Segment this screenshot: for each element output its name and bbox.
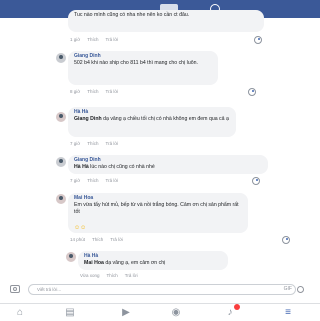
comment-bubble: Hà Hà Mai Hoa dạ vâng ạ, em cảm ơn chị	[78, 251, 228, 270]
comment-meta: 7 giờ Thích Trả lời	[70, 178, 119, 183]
home-icon[interactable]: ⌂	[14, 307, 26, 318]
camera-icon[interactable]	[10, 285, 20, 293]
comment-bubble: Tuc nào mình cũng có nha nhe nên ko cần …	[68, 10, 264, 32]
comment-meta: Vừa xong Thích Trả lời	[80, 273, 138, 278]
gif-button[interactable]: GIF	[284, 286, 292, 292]
mention[interactable]: Mai Hoa	[84, 260, 104, 266]
commenter-name[interactable]: Hà Hà	[84, 253, 222, 260]
reaction-icon[interactable]	[252, 177, 260, 185]
reply-link[interactable]: Trả lời	[105, 89, 118, 94]
avatar[interactable]	[66, 252, 76, 262]
comment-text: 502 b4 khi nào ship cho 811 b4 thì mang …	[74, 60, 198, 66]
emoji-icon[interactable]	[297, 286, 304, 293]
commenter-name[interactable]: Hà Hà	[74, 109, 230, 116]
emoji-icon: ☺☺	[74, 225, 87, 231]
mention[interactable]: Giang Dinh	[74, 116, 102, 122]
bell-icon[interactable]: ♪	[224, 304, 240, 318]
reply-link[interactable]: Trả lời	[110, 237, 123, 242]
comment-text: Mai Hoa dạ vâng ạ, em cảm ơn chị	[84, 260, 166, 266]
like-link[interactable]: Thích	[87, 141, 98, 146]
comment-bubble: Giang Dinh 502 b4 khi nào ship cho 811 b…	[68, 51, 218, 85]
reply-link[interactable]: Trả lời	[105, 141, 118, 146]
reaction-icon[interactable]	[254, 36, 262, 44]
comment-meta: 8 giờ Thích Trả lời	[70, 89, 119, 94]
comment-thread: Tuc nào mình cũng có nha nhe nên ko cần …	[0, 0, 320, 280]
reply-link[interactable]: Trả lời	[125, 273, 138, 278]
like-link[interactable]: Thích	[87, 37, 98, 42]
comment-meta: 1 giờ Thích Trả lời	[70, 37, 119, 42]
like-link[interactable]: Thích	[87, 178, 98, 183]
reply-composer: Viết trả lời... GIF	[0, 283, 320, 297]
comment-text: Tuc nào mình cũng có nha nhe nên ko cần …	[74, 12, 190, 18]
commenter-name[interactable]: Giang Dinh	[74, 53, 212, 60]
like-link[interactable]: Thích	[107, 273, 118, 278]
reaction-icon[interactable]	[248, 88, 256, 96]
like-link[interactable]: Thích	[87, 89, 98, 94]
mention[interactable]: Hà Hà	[74, 164, 89, 170]
feed-icon[interactable]: ▤	[64, 307, 76, 318]
avatar[interactable]	[56, 194, 66, 204]
notification-badge	[234, 304, 240, 310]
comment-meta: 7 giờ Thích Trả lời	[70, 141, 119, 146]
notifications-icon[interactable]: ◉	[170, 307, 182, 318]
reply-input[interactable]: Viết trả lời...	[28, 284, 296, 295]
reply-link[interactable]: Trả lời	[105, 37, 118, 42]
comment-bubble: Giang Dinh Hà Hà lúc nào chị cũng có nhà…	[68, 155, 268, 174]
avatar[interactable]	[56, 53, 66, 63]
bottom-navigation: ⌂ ▤ ▶ ◉ ♪ ≡	[0, 303, 320, 321]
comment-text: Hà Hà lúc nào chị cũng có nhà nhé	[74, 164, 155, 170]
comment-bubble: Mai Hoa Em vừa tẩy hút mủ, bếp từ và nồi…	[68, 193, 248, 233]
avatar[interactable]	[56, 157, 66, 167]
comment-text: Giang Dinh dạ vâng ạ chiều tối chị có nh…	[74, 116, 229, 122]
menu-icon[interactable]: ≡	[282, 307, 294, 318]
comment-text: Em vừa tẩy hút mủ, bếp từ và nồi trắng b…	[74, 202, 239, 215]
comment-meta: 14 phút Thích Trả lời	[70, 237, 124, 242]
commenter-name[interactable]: Giang Dinh	[74, 157, 262, 164]
comment-bubble: Hà Hà Giang Dinh dạ vâng ạ chiều tối chị…	[68, 107, 236, 137]
reply-link[interactable]: Trả lời	[105, 178, 118, 183]
commenter-name[interactable]: Mai Hoa	[74, 195, 242, 202]
reaction-icon[interactable]	[282, 236, 290, 244]
video-icon[interactable]: ▶	[120, 307, 132, 318]
avatar[interactable]	[56, 112, 66, 122]
like-link[interactable]: Thích	[92, 237, 103, 242]
